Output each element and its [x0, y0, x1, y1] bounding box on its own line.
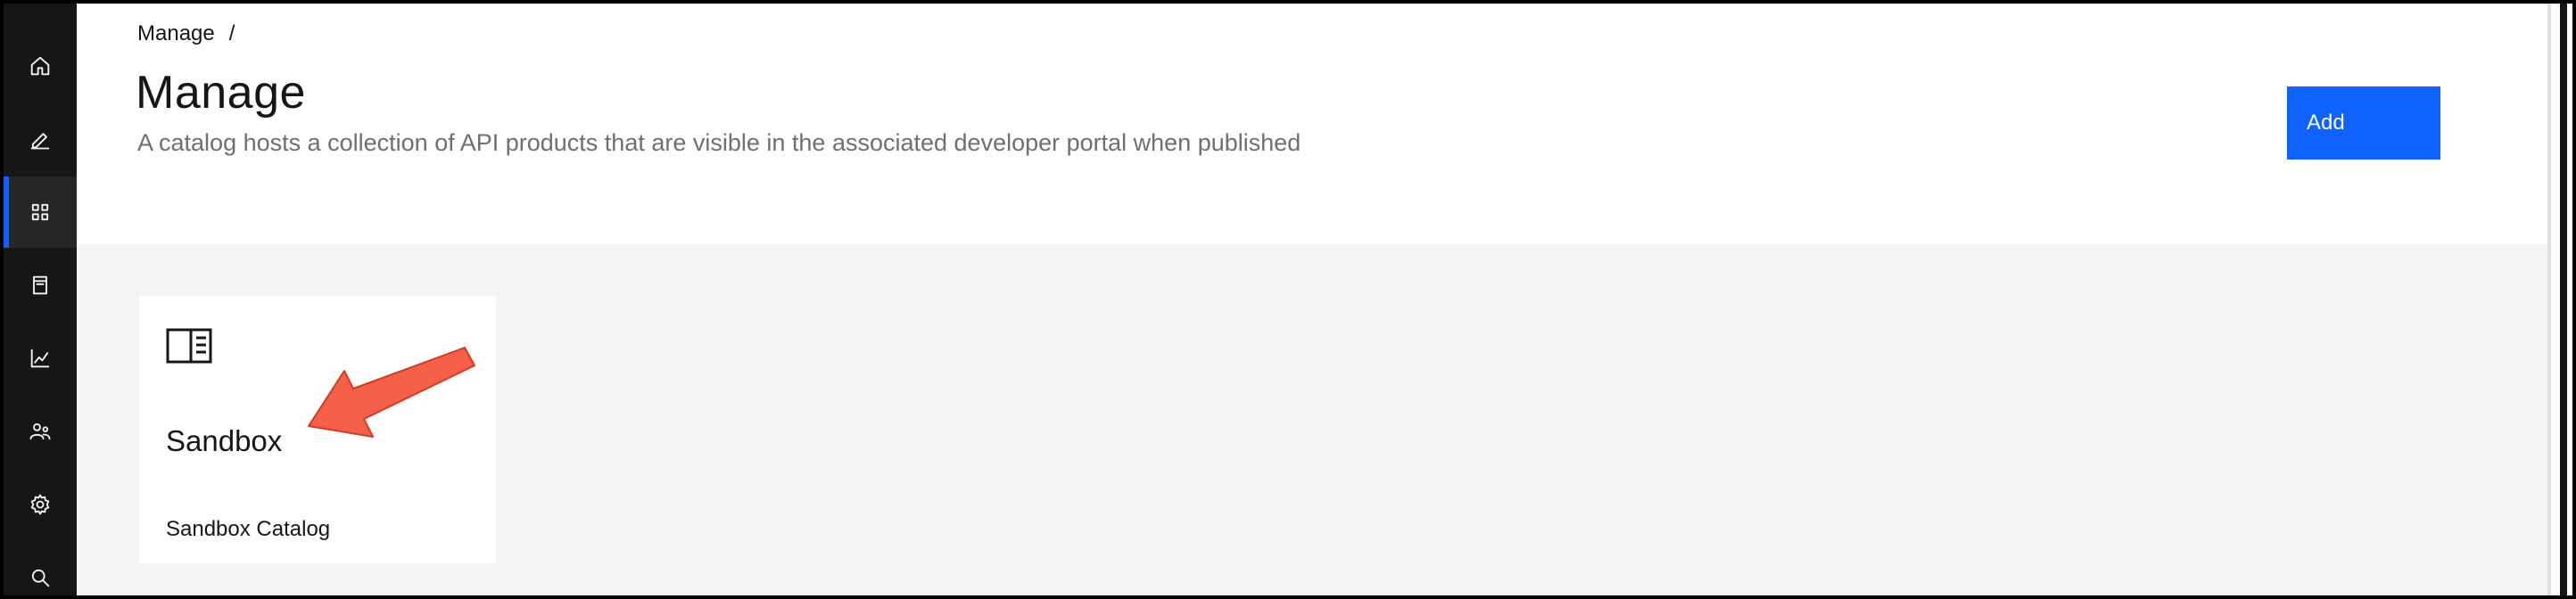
nav-catalogs[interactable]: [4, 250, 77, 321]
page-header: Manage / Manage A catalog hosts a collec…: [77, 4, 2547, 244]
scrollbar[interactable]: [2547, 4, 2572, 595]
breadcrumb-separator: /: [228, 21, 235, 45]
nav-settings[interactable]: [4, 469, 77, 540]
side-nav: [4, 4, 77, 595]
nav-manage[interactable]: [4, 176, 77, 248]
page-title: Manage: [136, 67, 306, 119]
nav-members[interactable]: [4, 396, 77, 467]
home-icon: [30, 56, 50, 76]
add-button[interactable]: Add: [2287, 86, 2440, 160]
analytics-icon: [30, 349, 50, 368]
settings-icon: [30, 494, 50, 515]
grid-icon: [31, 203, 49, 221]
catalog-tile-title: Sandbox: [166, 424, 283, 457]
page-description: A catalog hosts a collection of API prod…: [137, 129, 1301, 156]
annotation-arrow-icon: [308, 347, 475, 438]
app-frame: Manage / Manage A catalog hosts a collec…: [4, 4, 2572, 595]
catalog-tile-subtitle: Sandbox Catalog: [166, 517, 331, 541]
breadcrumb-item-manage[interactable]: Manage: [137, 21, 215, 46]
catalog-icon: [33, 275, 47, 295]
users-icon: [29, 423, 51, 440]
catalog-panel-icon: [166, 328, 212, 364]
nav-search[interactable]: [4, 542, 77, 595]
breadcrumb: Manage /: [137, 21, 235, 46]
nav-home[interactable]: [4, 30, 77, 102]
nav-analytics[interactable]: [4, 323, 77, 394]
search-icon: [31, 569, 50, 587]
edit-icon: [30, 133, 50, 150]
nav-develop[interactable]: [4, 103, 77, 175]
